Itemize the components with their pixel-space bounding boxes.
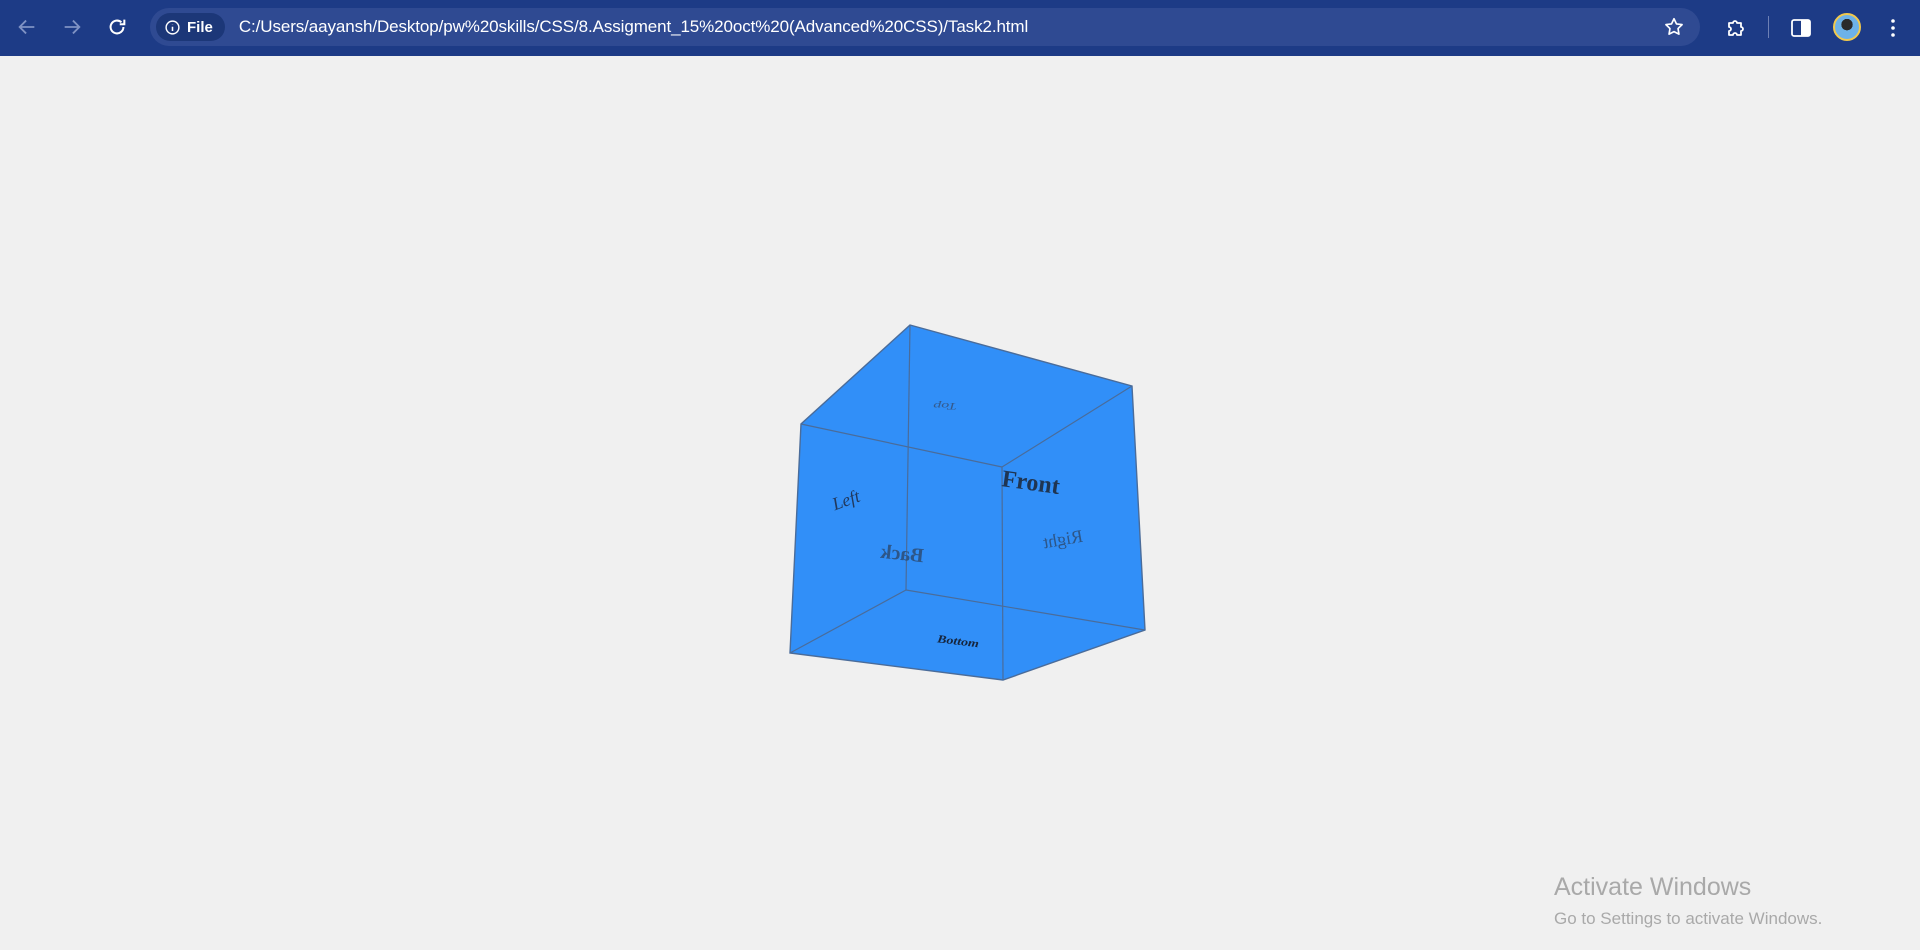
- more-menu-button[interactable]: [1877, 12, 1909, 44]
- toolbar-separator: [1768, 16, 1769, 38]
- activate-windows-watermark: Activate Windows Go to Settings to activ…: [1554, 872, 1822, 930]
- site-info-chip[interactable]: File: [156, 13, 225, 41]
- forward-button[interactable]: [55, 10, 89, 44]
- back-button[interactable]: [10, 10, 44, 44]
- address-bar[interactable]: File C:/Users/aayansh/Desktop/pw%20skill…: [150, 8, 1700, 46]
- bookmark-star-icon: [1665, 17, 1683, 35]
- face-label-top: Top: [933, 401, 957, 412]
- site-chip-label: File: [187, 18, 213, 36]
- reload-icon: [109, 19, 126, 35]
- info-icon: [165, 19, 180, 35]
- extensions-button[interactable]: [1720, 12, 1752, 44]
- reload-button[interactable]: [100, 10, 134, 44]
- watermark-title: Activate Windows: [1554, 873, 1752, 901]
- back-icon: [18, 19, 35, 35]
- bookmark-button[interactable]: [1660, 13, 1688, 41]
- watermark-subtitle: Go to Settings to activate Windows.: [1554, 909, 1823, 928]
- forward-icon: [64, 19, 81, 35]
- more-menu-icon: [1891, 19, 1895, 37]
- side-panel-button[interactable]: [1785, 12, 1817, 44]
- side-panel-icon: [1791, 19, 1811, 37]
- cube-figure: Front Top Left Back Right Bottom: [789, 324, 1146, 681]
- url-text[interactable]: C:/Users/aayansh/Desktop/pw%20skills/CSS…: [239, 17, 1028, 37]
- browser-toolbar: File C:/Users/aayansh/Desktop/pw%20skill…: [0, 0, 1920, 56]
- face-label-back: Back: [879, 541, 925, 568]
- extensions-icon: [1728, 20, 1744, 36]
- profile-avatar[interactable]: [1833, 13, 1861, 41]
